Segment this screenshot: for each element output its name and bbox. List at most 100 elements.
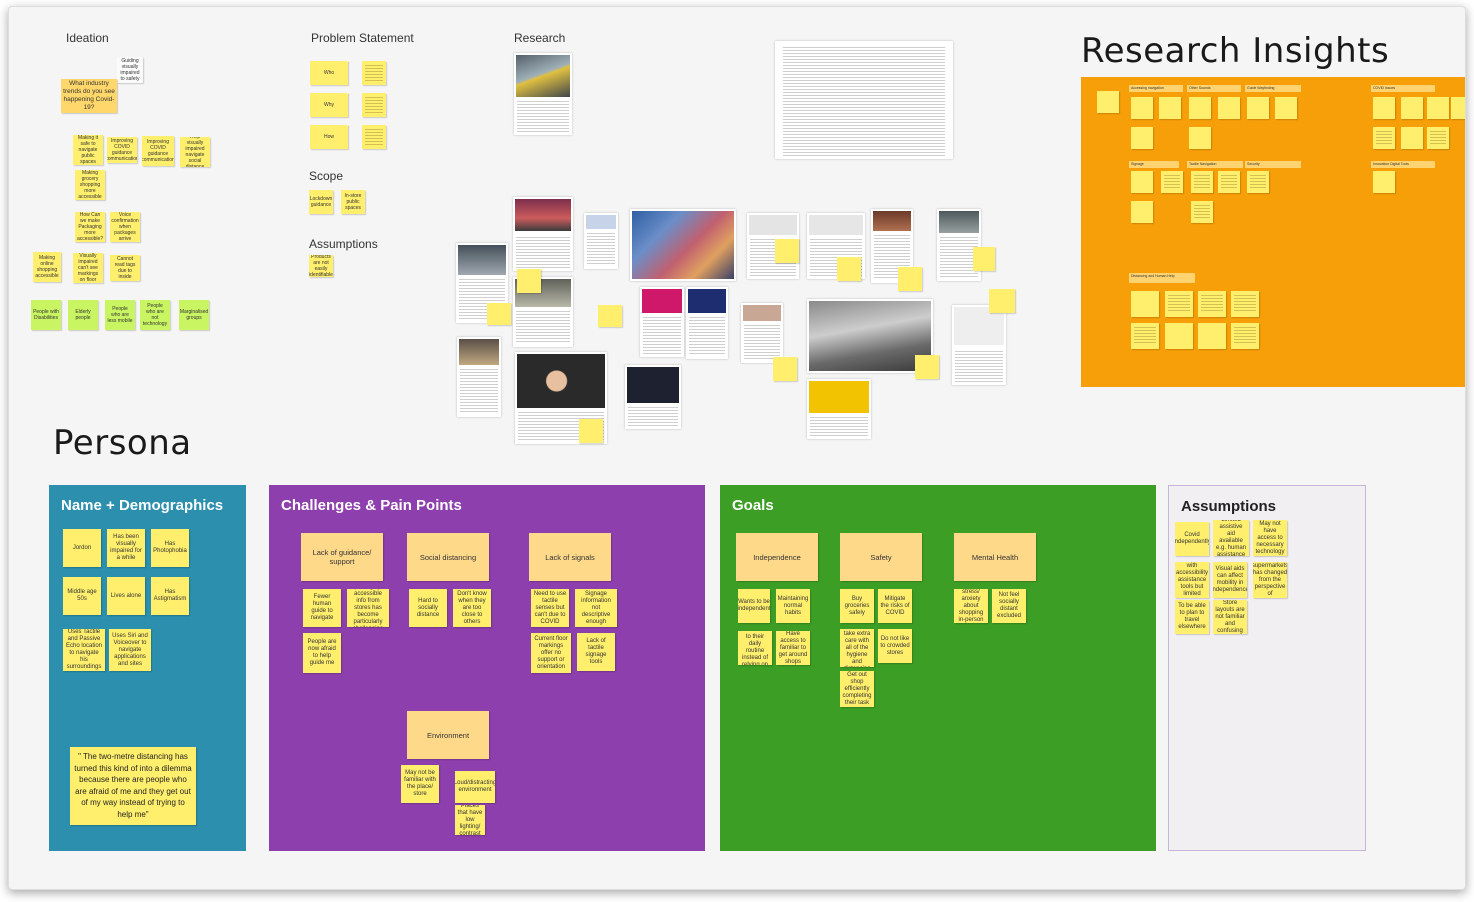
insight-note[interactable] [1231, 323, 1259, 349]
persona-note[interactable]: Has Astigmatism [151, 577, 189, 615]
research-image-card[interactable] [630, 209, 736, 281]
research-note[interactable] [973, 247, 995, 271]
goal-note[interactable]: Buy groceries safely [840, 589, 874, 623]
challenge-header-note[interactable]: Environment [407, 711, 489, 759]
insight-note[interactable] [1218, 171, 1240, 193]
challenge-header-note[interactable]: Lack of signals [529, 533, 611, 581]
research-note[interactable] [487, 303, 511, 325]
ideation-note[interactable]: Making online shopping accessible [33, 252, 61, 282]
insight-note[interactable] [1218, 97, 1240, 119]
problem-answer-note[interactable] [362, 125, 386, 149]
research-article-card[interactable] [625, 365, 681, 429]
insight-note[interactable] [1189, 97, 1211, 119]
research-note[interactable] [898, 267, 922, 291]
insight-note[interactable] [1131, 127, 1153, 149]
insight-note[interactable] [1161, 171, 1183, 193]
insight-note[interactable] [1373, 171, 1395, 193]
research-article-card[interactable] [952, 305, 1006, 385]
research-article-card[interactable] [741, 303, 783, 363]
problem-note-who[interactable]: Who [310, 61, 348, 85]
insight-note[interactable] [1131, 97, 1153, 119]
goal-header-note[interactable]: Mental Health [954, 533, 1036, 581]
ideation-note[interactable]: Voice confirmation when packages arrive [110, 212, 140, 242]
challenge-note[interactable]: Current floor markings offer no support … [531, 633, 571, 673]
insight-note[interactable] [1231, 291, 1259, 317]
persona-note[interactable]: Uses Tactile and Passive Echo location t… [63, 629, 105, 671]
goals-panel[interactable]: Goals Independence Safety Mental Health … [720, 485, 1156, 851]
challenge-note[interactable]: Loud/distracting environment [455, 771, 495, 803]
ideation-note[interactable]: Visually impaired can't see markings on … [73, 253, 103, 283]
insight-note[interactable] [1198, 291, 1226, 317]
persona-note[interactable]: Has been visually impaired for a while [107, 529, 145, 567]
research-article-card[interactable] [640, 287, 684, 357]
research-note[interactable] [837, 257, 861, 281]
goal-note[interactable]: Mitigate the risks of COVID [878, 589, 912, 623]
challenge-note[interactable]: picking up accessible info from stores h… [347, 589, 389, 627]
ideation-group-note[interactable]: People who are not technology [140, 300, 170, 330]
problem-note-how[interactable]: How [310, 125, 348, 149]
research-article-card[interactable] [514, 53, 572, 135]
challenge-note[interactable]: Places that have low lighting/ contrast [455, 805, 485, 835]
insight-note[interactable] [1191, 201, 1213, 223]
persona-note[interactable]: Uses Siri and Voiceover to navigate appl… [109, 629, 151, 671]
research-article-card[interactable] [807, 379, 871, 439]
ideation-group-note[interactable]: Marginalised groups [179, 300, 209, 330]
goal-note[interactable]: Less stress/ anxiety about shopping in-p… [954, 589, 988, 623]
challenge-note[interactable]: Signage information not descriptive enou… [575, 589, 617, 627]
ideation-question-note[interactable]: What industry trends do you see happenin… [61, 79, 117, 113]
challenge-note[interactable]: Hard to socially distance [409, 589, 447, 627]
challenge-header-note[interactable]: Lack of guidance/ support [301, 533, 383, 581]
insight-note[interactable] [1131, 291, 1159, 317]
research-article-card[interactable] [457, 337, 501, 417]
insight-note[interactable] [1373, 127, 1395, 149]
ideation-note[interactable]: Making it safe to navigate public spaces [73, 135, 103, 165]
assumption-note[interactable]: To be able to plan to travel elsewhere [1175, 600, 1209, 634]
goal-note[interactable]: Do not like to crowded stores [878, 629, 912, 663]
goal-note[interactable]: Find solutions to their daily routine in… [738, 631, 772, 665]
name-demographics-panel[interactable]: Name + Demographics Jordon Has been visu… [49, 485, 246, 851]
insight-note[interactable] [1401, 127, 1423, 149]
persona-note[interactable]: Middle age 50s [63, 577, 101, 615]
insight-note[interactable] [1401, 97, 1423, 119]
insight-note[interactable] [1189, 127, 1211, 149]
insight-note[interactable] [1373, 97, 1395, 119]
research-note[interactable] [915, 355, 939, 379]
assumption-note[interactable]: The layout of supermarkets has changed f… [1253, 562, 1287, 598]
insight-note[interactable] [1427, 127, 1449, 149]
insight-note[interactable] [1451, 97, 1465, 119]
goal-header-note[interactable]: Safety [840, 533, 922, 581]
scope-note[interactable]: Lockdown guidance [309, 190, 333, 214]
ideation-note[interactable]: Improving COVID guidance communication [107, 137, 137, 163]
insight-note[interactable] [1159, 97, 1181, 119]
ideation-note[interactable]: Making grocery shopping more accessible [75, 170, 105, 200]
insight-note[interactable] [1131, 323, 1159, 349]
challenge-note[interactable]: May not be familiar with the place/ stor… [401, 765, 439, 803]
research-note[interactable] [579, 419, 603, 443]
persona-note[interactable]: Lives alone [107, 577, 145, 615]
assumption-note[interactable]: Familiar with accessibility assistance t… [1175, 562, 1209, 598]
assumptions-panel[interactable]: Assumptions Covid independently Limited … [1168, 485, 1366, 851]
assumption-note[interactable]: Products are not easily identifiable [309, 255, 333, 277]
persona-quote[interactable]: " The two-metre distancing has turned th… [70, 747, 196, 825]
goal-note[interactable]: Get out shop efficiently completing thei… [840, 671, 874, 707]
goal-note[interactable]: Have access to familiar to get around sh… [776, 631, 810, 665]
insight-note[interactable] [1427, 97, 1449, 119]
goal-note[interactable]: Wants to be independent [738, 589, 770, 623]
goal-note[interactable]: Not feel socially distant excluded [992, 589, 1026, 623]
ideation-group-note[interactable]: People who are less mobile [105, 300, 135, 330]
persona-note[interactable]: Has Photophobia [151, 529, 189, 567]
ideation-note[interactable]: How Can we make Packaging more accessibl… [75, 212, 105, 242]
challenge-note[interactable]: Need to use tactile senses but can't due… [531, 589, 569, 627]
challenge-note[interactable]: Lack of tactile signage tools [577, 633, 615, 671]
ideation-note[interactable]: Cannot read tags due to inside [110, 255, 140, 281]
ideation-note[interactable]: Improving COVID guidance communication [142, 136, 174, 166]
research-article-card[interactable] [513, 197, 573, 271]
assumption-note[interactable]: May not have access to necessary technol… [1253, 520, 1287, 556]
ideation-note[interactable]: Help visually impaired navigate social d… [180, 137, 210, 167]
assumption-note[interactable]: Covid independently [1175, 522, 1209, 556]
challenge-header-note[interactable]: Social distancing [407, 533, 489, 581]
research-note[interactable] [773, 357, 797, 381]
insight-note[interactable] [1275, 97, 1297, 119]
research-note[interactable] [598, 305, 622, 327]
goal-header-note[interactable]: Independence [736, 533, 818, 581]
